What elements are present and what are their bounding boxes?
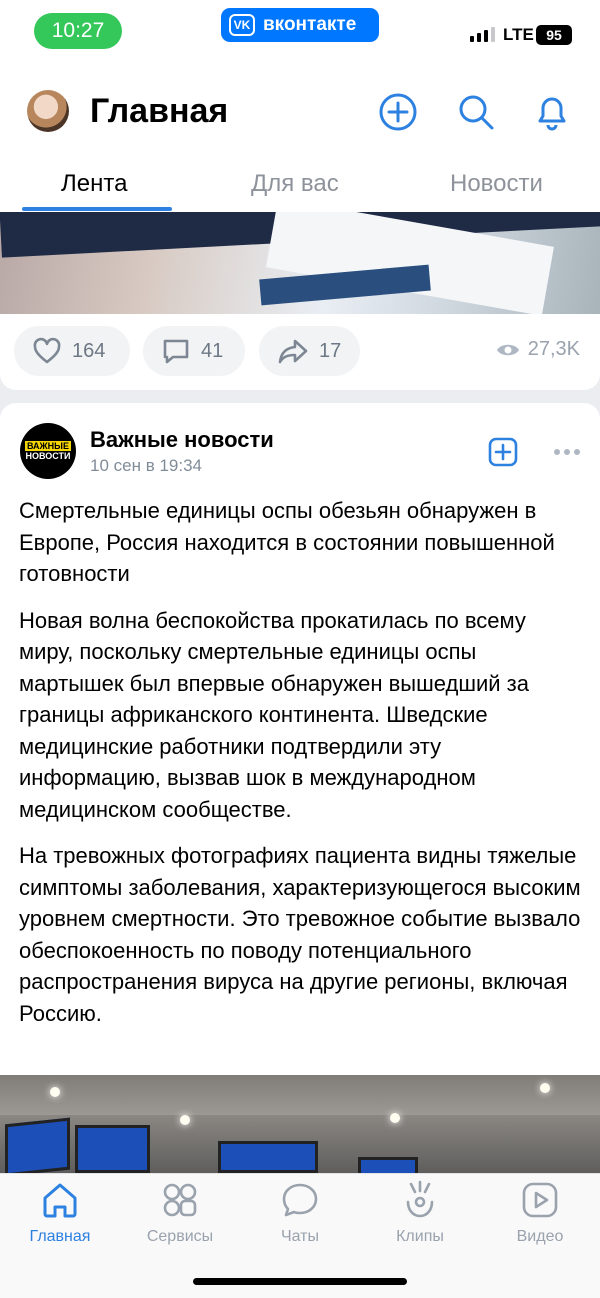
like-button[interactable]: 164	[14, 326, 130, 376]
feed-tabs: Лента Для вас Новости	[0, 166, 600, 212]
source-avatar[interactable]: ВАЖНЫЕ НОВОСТИ	[20, 423, 76, 479]
post-photo[interactable]	[0, 1075, 600, 1173]
eye-icon	[496, 344, 519, 355]
video-icon	[522, 1182, 558, 1218]
share-button[interactable]: 17	[259, 326, 360, 376]
comment-button[interactable]: 41	[143, 326, 245, 376]
tabbar-label: Сервисы	[146, 1228, 214, 1245]
post-paragraph: На тревожных фотографиях пациента видны …	[19, 843, 581, 1026]
source-logo-line1: ВАЖНЫЕ	[25, 441, 71, 451]
post-date: 10 сен в 19:34	[90, 456, 202, 475]
tab-for-you[interactable]: Для вас	[251, 170, 339, 198]
comment-icon	[163, 339, 189, 364]
battery-icon: 95	[536, 25, 572, 45]
tabbar-item-video[interactable]: Видео	[490, 1180, 590, 1246]
status-time: 10:27	[34, 13, 122, 49]
avatar[interactable]	[27, 90, 69, 132]
view-count-group: 27,3K	[496, 338, 580, 361]
services-icon	[163, 1183, 197, 1217]
home-icon	[43, 1183, 77, 1218]
post-text: Смертельные единицы оспы обезьян обнаруж…	[19, 495, 584, 1044]
network-type: LTE	[503, 25, 534, 44]
prev-post-card: 164 41 17 27,3K	[0, 212, 600, 390]
vk-app-badge[interactable]: VK вконтакте	[221, 8, 379, 42]
tabbar-label: Главная	[29, 1228, 91, 1245]
heart-icon	[33, 337, 61, 364]
view-count: 27,3K	[527, 338, 580, 360]
comment-count: 41	[201, 339, 224, 362]
tabbar-item-home[interactable]: Главная	[10, 1180, 110, 1246]
tabbar-label: Чаты	[280, 1228, 320, 1245]
news-post-card: ВАЖНЫЕ НОВОСТИ Важные новости 10 сен в 1…	[0, 403, 600, 1173]
signal-icon	[470, 27, 495, 42]
share-icon	[278, 339, 308, 364]
home-indicator[interactable]	[193, 1278, 407, 1285]
tabbar-item-chats[interactable]: Чаты	[250, 1180, 350, 1246]
bottom-tab-bar: Главная Сервисы Чаты Клипы Видео	[0, 1173, 600, 1298]
share-count: 17	[319, 339, 342, 362]
post-actions: 164 41 17 27,3K	[0, 326, 600, 376]
tab-news[interactable]: Новости	[450, 170, 543, 198]
post-paragraph: Смертельные единицы оспы обезьян обнаруж…	[19, 498, 555, 586]
like-count: 164	[72, 339, 106, 362]
vk-app-badge-label: вконтакте	[263, 14, 357, 35]
vk-logo-icon: VK	[229, 14, 255, 36]
tabbar-item-clips[interactable]: Клипы	[370, 1180, 470, 1246]
app-header: Главная Лента Для вас Новости	[0, 62, 600, 212]
search-icon[interactable]	[456, 92, 496, 132]
add-post-icon[interactable]	[378, 92, 418, 132]
source-name[interactable]: Важные новости	[90, 427, 274, 453]
tabbar-label: Видео	[516, 1228, 564, 1245]
tabbar-item-services[interactable]: Сервисы	[130, 1180, 230, 1246]
tabbar-label: Клипы	[396, 1228, 444, 1245]
active-tab-indicator	[22, 207, 172, 211]
more-options-icon[interactable]	[554, 449, 580, 455]
subscribe-icon[interactable]	[488, 437, 518, 467]
post-paragraph: Новая волна беспокойства прокатилась по …	[19, 607, 529, 822]
tab-feed[interactable]: Лента	[61, 170, 127, 198]
bell-icon[interactable]	[532, 92, 572, 132]
page-title: Главная	[90, 92, 229, 130]
chat-icon	[282, 1183, 318, 1217]
status-bar: 10:27 VK вконтакте LTE 95	[0, 0, 600, 62]
clips-icon	[406, 1180, 434, 1218]
source-logo-line2: НОВОСТИ	[25, 451, 71, 461]
prev-post-photo[interactable]	[0, 212, 600, 314]
